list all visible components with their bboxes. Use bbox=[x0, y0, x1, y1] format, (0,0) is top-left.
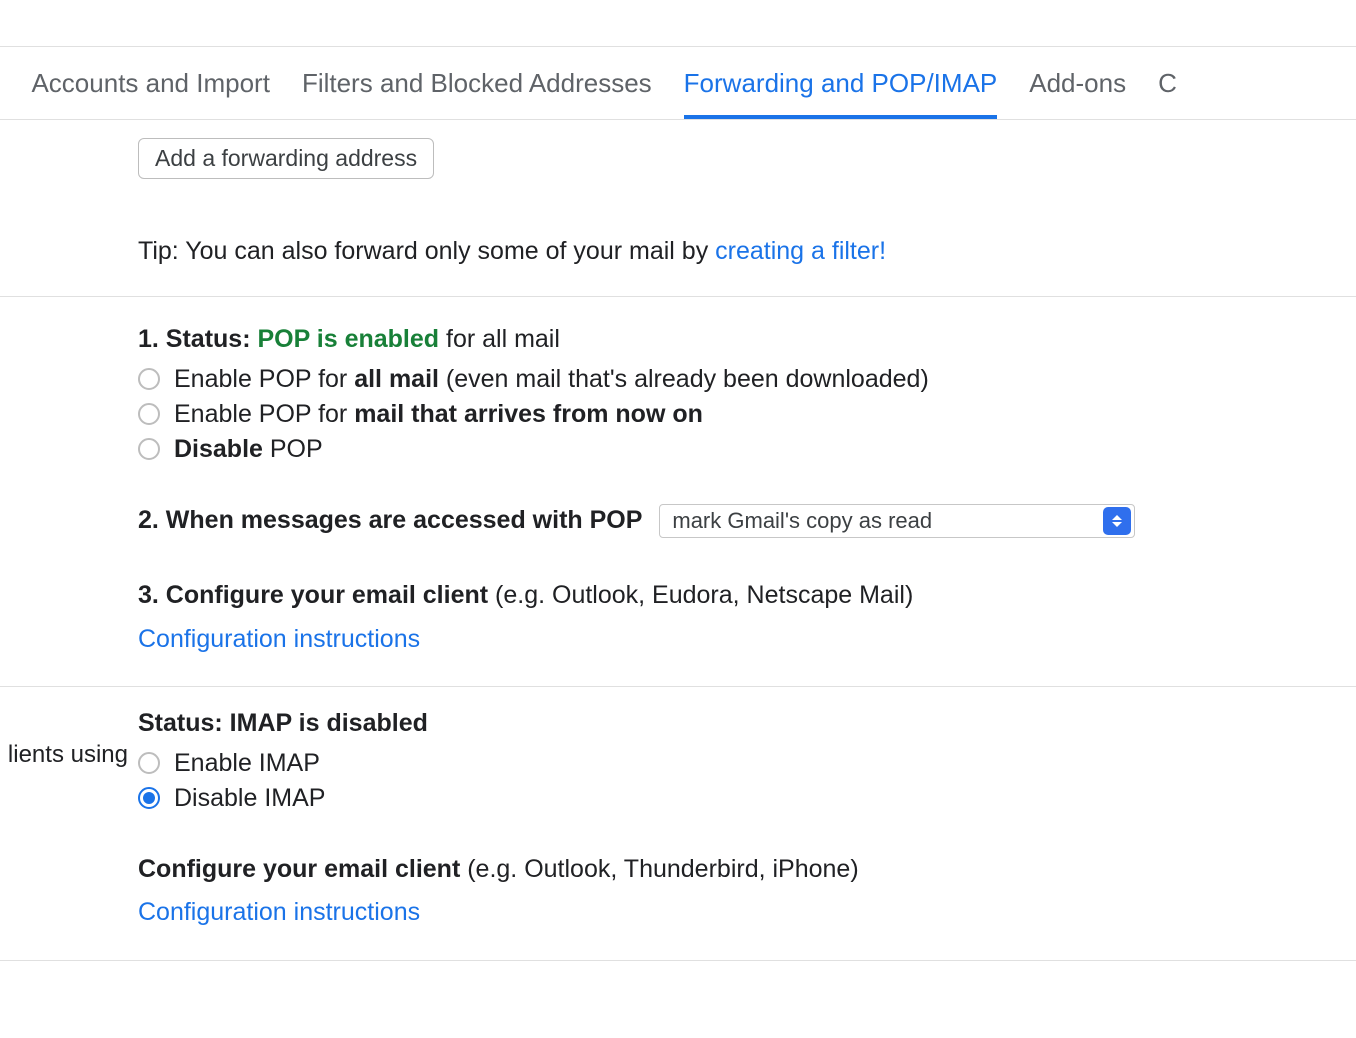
radio-icon[interactable] bbox=[138, 368, 160, 390]
chevron-down-icon bbox=[1112, 522, 1122, 527]
pop-configure-label: 3. Configure your email client bbox=[138, 581, 488, 609]
pop-status-label: 1. Status: bbox=[138, 325, 257, 353]
pop-option-disable-label: Disable POP bbox=[174, 435, 323, 464]
forwarding-tip-text: Tip: You can also forward only some of y… bbox=[138, 237, 715, 265]
tab-chat[interactable]: C bbox=[1158, 47, 1177, 119]
tab-addons[interactable]: Add-ons bbox=[1029, 47, 1126, 119]
tab-forwarding-pop-imap[interactable]: Forwarding and POP/IMAP bbox=[684, 47, 998, 119]
radio-icon[interactable] bbox=[138, 438, 160, 460]
pop-status-line: 1. Status: POP is enabled for all mail bbox=[138, 321, 1356, 359]
pop-when-accessed-row: 2. When messages are accessed with POP m… bbox=[138, 502, 1356, 540]
tab-filters-blocked[interactable]: Filters and Blocked Addresses bbox=[302, 47, 652, 119]
imap-status-line: Status: IMAP is disabled bbox=[138, 705, 1356, 743]
pop-status-value: POP is enabled bbox=[257, 325, 439, 353]
chevron-up-icon bbox=[1112, 515, 1122, 520]
tab-accounts-import[interactable]: Accounts and Import bbox=[31, 47, 269, 119]
pop-action-select-value: mark Gmail's copy as read bbox=[660, 504, 1100, 537]
imap-access-section: lients using Status: IMAP is disabled En… bbox=[0, 687, 1356, 961]
imap-option-disable-label: Disable IMAP bbox=[174, 784, 325, 813]
radio-icon[interactable] bbox=[138, 752, 160, 774]
pop-option-all-mail-row[interactable]: Enable POP for all mail (even mail that'… bbox=[138, 365, 1356, 394]
imap-option-enable-row[interactable]: Enable IMAP bbox=[138, 749, 1356, 778]
pop-action-select[interactable]: mark Gmail's copy as read bbox=[659, 504, 1135, 538]
imap-option-enable-label: Enable IMAP bbox=[174, 749, 320, 778]
pop-download-section: 1. Status: POP is enabled for all mail E… bbox=[0, 297, 1356, 687]
pop-option-from-now-on-label: Enable POP for mail that arrives from no… bbox=[174, 400, 703, 429]
pop-status-suffix: for all mail bbox=[439, 325, 560, 353]
forwarding-tip: Tip: You can also forward only some of y… bbox=[138, 237, 1356, 266]
forwarding-section: Add a forwarding address Tip: You can al… bbox=[0, 120, 1356, 297]
imap-configure-label: Configure your email client bbox=[138, 855, 460, 883]
radio-icon[interactable] bbox=[138, 403, 160, 425]
radio-icon[interactable] bbox=[138, 787, 160, 809]
imap-config-instructions-link[interactable]: Configuration instructions bbox=[138, 898, 420, 926]
pop-when-accessed-label: 2. When messages are accessed with POP bbox=[138, 506, 642, 534]
pop-configure-client: 3. Configure your email client (e.g. Out… bbox=[138, 577, 1356, 615]
settings-tabs-bar: ox Accounts and Import Filters and Block… bbox=[0, 46, 1356, 120]
pop-option-from-now-on-row[interactable]: Enable POP for mail that arrives from no… bbox=[138, 400, 1356, 429]
add-forwarding-address-button[interactable]: Add a forwarding address bbox=[138, 138, 434, 179]
pop-config-instructions-link[interactable]: Configuration instructions bbox=[138, 625, 420, 653]
imap-option-disable-row[interactable]: Disable IMAP bbox=[138, 784, 1356, 813]
pop-option-disable-row[interactable]: Disable POP bbox=[138, 435, 1356, 464]
imap-configure-client: Configure your email client (e.g. Outloo… bbox=[138, 851, 1356, 889]
pop-configure-eg: (e.g. Outlook, Eudora, Netscape Mail) bbox=[488, 581, 913, 609]
select-stepper-icon[interactable] bbox=[1103, 507, 1131, 535]
create-filter-link[interactable]: creating a filter! bbox=[715, 237, 886, 265]
imap-left-label: lients using bbox=[8, 741, 128, 769]
imap-configure-eg: (e.g. Outlook, Thunderbird, iPhone) bbox=[460, 855, 858, 883]
pop-option-all-mail-label: Enable POP for all mail (even mail that'… bbox=[174, 365, 929, 394]
